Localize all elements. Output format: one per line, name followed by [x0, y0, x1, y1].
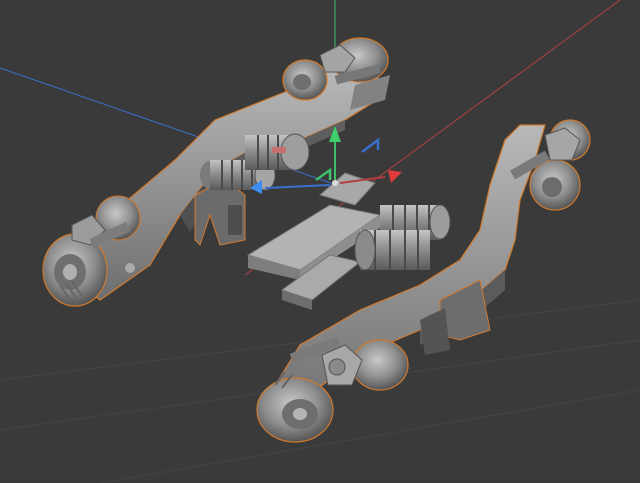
gizmo-center[interactable]	[332, 180, 338, 186]
3d-viewport[interactable]	[0, 0, 640, 483]
viewport-canvas[interactable]	[0, 0, 640, 483]
